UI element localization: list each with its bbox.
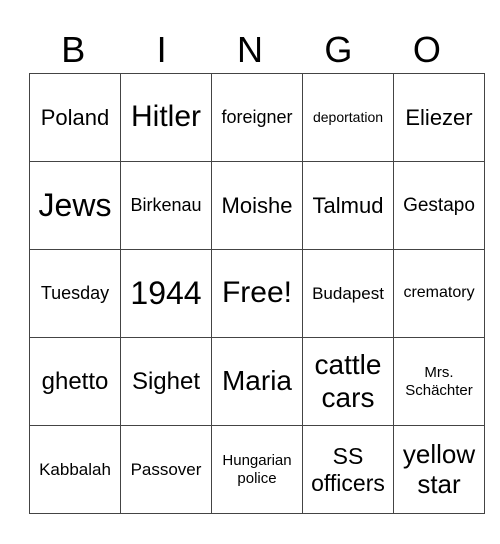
header-letter-g: G <box>324 29 353 70</box>
bingo-cell[interactable]: Talmud <box>302 161 394 250</box>
bingo-cell[interactable]: Kabbalah <box>29 425 121 514</box>
bingo-cell[interactable]: Budapest <box>302 249 394 338</box>
header-letter-o: O <box>412 29 441 70</box>
bingo-cell[interactable]: foreigner <box>211 73 303 162</box>
header-letter-b: B <box>61 29 86 70</box>
bingo-cell[interactable]: Moishe <box>211 161 303 250</box>
bingo-cell[interactable]: SS officers <box>302 425 394 514</box>
bingo-cell[interactable]: Gestapo <box>393 161 485 250</box>
bingo-row: Jews Birkenau Moishe Talmud Gestapo <box>29 161 485 250</box>
header-letter-i: I <box>156 29 167 70</box>
bingo-cell[interactable]: Hitler <box>120 73 212 162</box>
bingo-cell[interactable]: Mrs. Schächter <box>393 337 485 426</box>
bingo-cell[interactable]: Tuesday <box>29 249 121 338</box>
bingo-row: ghetto Sighet Maria cattle cars Mrs. Schächt… <box>29 337 485 426</box>
bingo-cell[interactable]: ghetto <box>29 337 121 426</box>
bingo-row: Poland Hitler foreigner deportation Eliezer <box>29 73 485 162</box>
free-space-cell[interactable]: Free! <box>211 249 303 338</box>
bingo-cell[interactable]: 1944 <box>120 249 212 338</box>
bingo-cell[interactable]: Sighet <box>120 337 212 426</box>
bingo-cell[interactable]: Poland <box>29 73 121 162</box>
bingo-cell[interactable]: cattle cars <box>302 337 394 426</box>
bingo-cell[interactable]: yellow star <box>393 425 485 514</box>
bingo-cell[interactable]: Hungarian police <box>211 425 303 514</box>
bingo-cell[interactable]: deportation <box>302 73 394 162</box>
bingo-row: Tuesday 1944 Free! Budapest crematory <box>29 249 485 338</box>
bingo-cell[interactable]: Passover <box>120 425 212 514</box>
bingo-cell[interactable]: Maria <box>211 337 303 426</box>
bingo-cell[interactable]: crematory <box>393 249 485 338</box>
bingo-header: B I N G O <box>29 28 471 72</box>
bingo-cell[interactable]: Eliezer <box>393 73 485 162</box>
header-letter-n: N <box>237 29 264 70</box>
bingo-cell[interactable]: Jews <box>29 161 121 250</box>
bingo-grid: Poland Hitler foreigner deportation Eliezer J… <box>29 73 485 514</box>
bingo-row: Kabbalah Passover Hungarian police SS offic… <box>29 425 485 514</box>
bingo-cell[interactable]: Birkenau <box>120 161 212 250</box>
